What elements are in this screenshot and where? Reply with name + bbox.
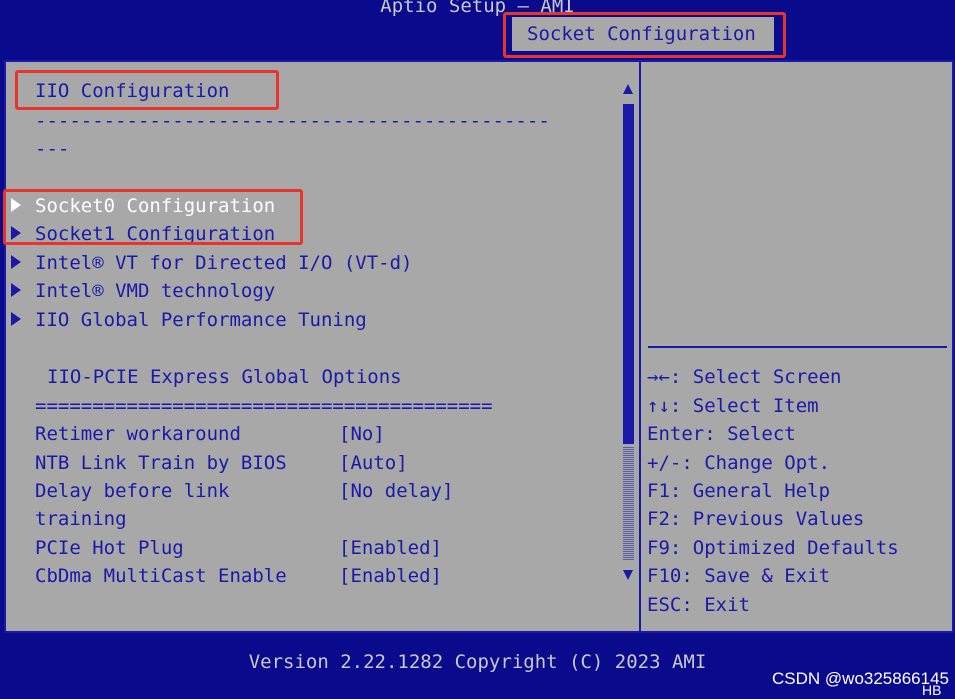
option-value: [Auto] — [339, 452, 408, 474]
submenu-label: Intel® VMD technology — [35, 280, 276, 302]
option-label-continued: training — [35, 508, 127, 530]
submenu-label: IIO Global Performance Tuning — [35, 309, 367, 331]
help-divider — [648, 346, 947, 348]
submenu-arrow-icon — [11, 255, 21, 269]
option-value: [No delay] — [339, 480, 454, 502]
separator-line: ======================================== — [35, 395, 493, 417]
help-change-option: +/-: Change Opt. — [647, 452, 831, 474]
option-label: Retimer workaround — [35, 423, 241, 445]
submenu-label: Intel® VT for Directed I/O (VT-d) — [35, 252, 413, 274]
submenu-arrow-icon — [11, 283, 21, 297]
scroll-up-arrow-icon[interactable] — [623, 84, 633, 94]
watermark-tag: HB — [922, 682, 942, 698]
help-enter-select: Enter: Select — [647, 423, 796, 445]
help-escape-exit: ESC: Exit — [647, 594, 750, 616]
submenu-arrow-icon — [11, 312, 21, 326]
scroll-down-arrow-icon[interactable] — [623, 570, 633, 580]
panel-divider — [639, 60, 641, 633]
annotation-box-title — [15, 70, 279, 110]
annotation-box-tab — [503, 12, 786, 58]
separator-line: --- — [35, 138, 70, 160]
option-value: [No] — [339, 423, 385, 445]
option-value: [Enabled] — [339, 565, 442, 587]
annotation-box-sockets — [3, 189, 303, 245]
help-general-help: F1: General Help — [647, 480, 831, 502]
scrollbar-thumb[interactable] — [623, 104, 634, 444]
help-select-screen: →←: Select Screen — [647, 366, 842, 388]
help-previous-values: F2: Previous Values — [647, 508, 865, 530]
help-save-exit: F10: Save & Exit — [647, 565, 831, 587]
option-label: Delay before link — [35, 480, 230, 502]
help-optimized-defaults: F9: Optimized Defaults — [647, 537, 899, 559]
option-label: NTB Link Train by BIOS — [35, 452, 287, 474]
separator-line: ----------------------------------------… — [35, 110, 550, 132]
option-label: CbDma MultiCast Enable — [35, 565, 287, 587]
option-label: PCIe Hot Plug — [35, 537, 184, 559]
option-value: [Enabled] — [339, 537, 442, 559]
section-heading: IIO-PCIE Express Global Options — [47, 366, 402, 388]
help-select-item: ↑↓: Select Item — [647, 395, 819, 417]
scrollbar-track[interactable] — [623, 446, 634, 560]
title-bar: Aptio Setup – AMI Socket Configuration — [0, 0, 955, 51]
app-title: Aptio Setup – AMI — [380, 0, 575, 17]
